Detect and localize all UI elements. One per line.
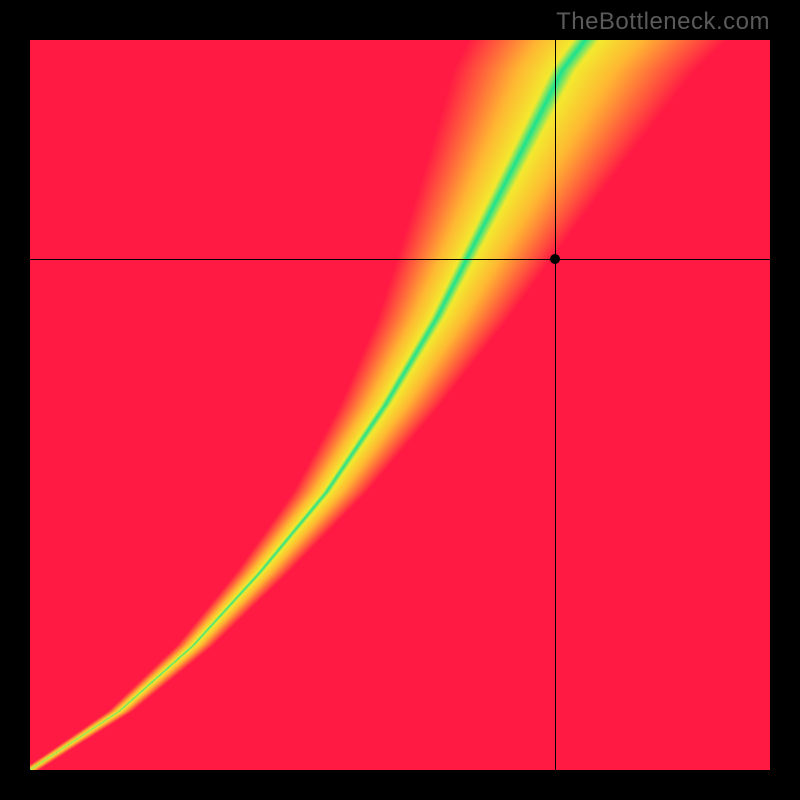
plot-area [30,40,770,770]
chart-frame: TheBottleneck.com [0,0,800,800]
heatmap-canvas [30,40,770,770]
watermark-label: TheBottleneck.com [556,8,770,36]
